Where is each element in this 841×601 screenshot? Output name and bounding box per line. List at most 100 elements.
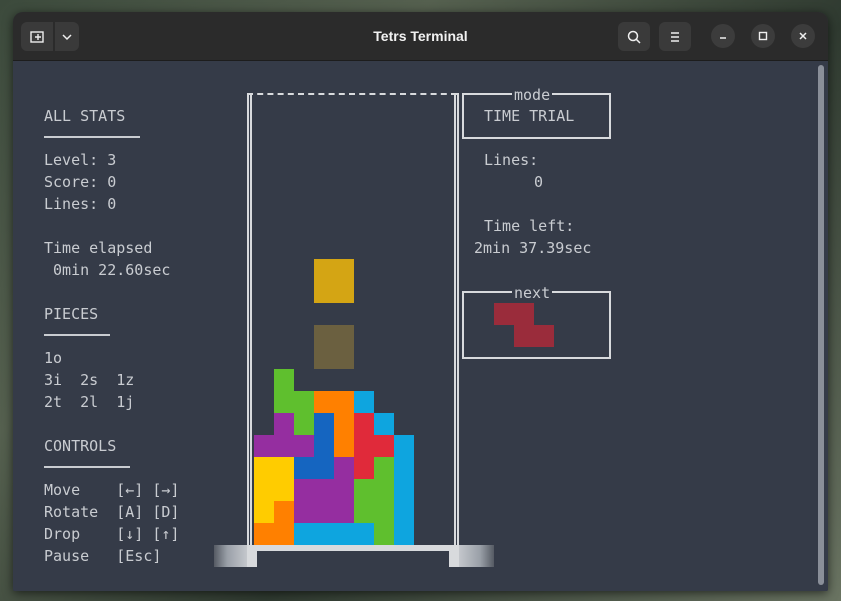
board-block (334, 501, 354, 523)
board-block (334, 413, 354, 435)
terminal-area[interactable]: ALL STATS Level: 3 Score: 0 Lines: 0 Tim… (13, 61, 828, 591)
board-block (294, 435, 314, 457)
board-block (354, 391, 374, 413)
board-block (334, 391, 354, 413)
new-tab-button[interactable] (21, 22, 53, 51)
controls-underline (44, 466, 130, 468)
time-elapsed-label: Time elapsed (44, 239, 153, 257)
board-block (274, 391, 294, 413)
next-label: next (512, 282, 553, 304)
board-block (274, 479, 294, 501)
board-block (374, 435, 394, 457)
close-button[interactable] (791, 24, 815, 48)
ghost-block (334, 347, 354, 369)
board-block (394, 523, 414, 545)
close-icon (799, 32, 807, 40)
falling-block (334, 259, 354, 281)
falling-block (334, 281, 354, 303)
board-block (354, 501, 374, 523)
floor-shadow-right (459, 545, 494, 567)
board-block (314, 501, 334, 523)
board-block (314, 523, 334, 545)
next-piece-block (514, 325, 554, 347)
board-block (354, 413, 374, 435)
mode-lines-value: 0 (534, 173, 544, 191)
titlebar: Tetrs Terminal (13, 12, 828, 61)
board-block (374, 501, 394, 523)
ghost-block (314, 325, 334, 347)
board-block (334, 435, 354, 457)
floor-left-foot (247, 551, 257, 567)
minimize-button[interactable] (711, 24, 735, 48)
score-text: Score: 0 (44, 173, 117, 191)
board-block (254, 523, 274, 545)
pieces-underline (44, 334, 110, 336)
mode-value: TIME TRIAL (484, 107, 575, 125)
mode-lines-label: Lines: (484, 151, 539, 169)
board-block (374, 457, 394, 479)
control-rotate: Rotate [A] [D] (44, 503, 180, 521)
board-block (314, 479, 334, 501)
board-right-wall-inner (457, 93, 459, 545)
board-block (394, 435, 414, 457)
search-button[interactable] (618, 22, 650, 51)
ghost-block (314, 347, 334, 369)
board-block (294, 501, 314, 523)
playfield (254, 83, 414, 545)
board-block (254, 435, 274, 457)
board-block (254, 501, 274, 523)
chevron-down-icon (62, 33, 72, 40)
board-block (274, 523, 294, 545)
control-drop: Drop [↓] [↑] (44, 525, 180, 543)
pieces-heading: PIECES (44, 305, 99, 323)
lines-text: Lines: 0 (44, 195, 117, 213)
board-block (394, 501, 414, 523)
time-elapsed-value: 0min 22.60sec (44, 261, 171, 279)
board-block (374, 523, 394, 545)
board-left-wall-inner (250, 93, 252, 545)
new-tab-icon (30, 30, 44, 43)
board-block (354, 435, 374, 457)
board-block (314, 435, 334, 457)
board-block (334, 457, 354, 479)
ghost-block (334, 325, 354, 347)
minimize-icon (720, 37, 726, 39)
time-left-label: Time left: (484, 217, 575, 235)
board-block (354, 457, 374, 479)
maximize-icon (758, 31, 768, 41)
floor-shadow-left (214, 545, 247, 567)
board-block (274, 413, 294, 435)
board-block (394, 457, 414, 479)
board-block (334, 479, 354, 501)
board-block (274, 369, 294, 391)
board-block (294, 457, 314, 479)
board-block (294, 413, 314, 435)
board-block (294, 479, 314, 501)
board-block (274, 501, 294, 523)
mode-label: mode (512, 84, 553, 106)
board-block (354, 479, 374, 501)
pieces-row: 3i 2s 1z (44, 371, 135, 389)
falling-block (314, 281, 334, 303)
terminal-window: Tetrs Terminal ALL STATS Level: 3 Score:… (13, 12, 828, 591)
stats-heading: ALL STATS (44, 107, 126, 125)
board-block (294, 523, 314, 545)
board-block (374, 479, 394, 501)
floor-right-foot (449, 551, 459, 567)
maximize-button[interactable] (751, 24, 775, 48)
tab-menu-button[interactable] (55, 22, 79, 51)
board-floor (247, 545, 459, 551)
next-piece-block (494, 303, 534, 325)
level-text: Level: 3 (44, 151, 117, 169)
pieces-row: 2t 2l 1j (44, 393, 135, 411)
board-block (354, 523, 374, 545)
board-block (274, 435, 294, 457)
menu-button[interactable] (659, 22, 691, 51)
board-block (294, 391, 314, 413)
board-block (314, 413, 334, 435)
search-icon (627, 30, 641, 44)
stats-underline (44, 136, 140, 138)
control-pause: Pause [Esc] (44, 547, 162, 565)
scrollbar[interactable] (818, 65, 824, 585)
control-move: Move [←] [→] (44, 481, 180, 499)
